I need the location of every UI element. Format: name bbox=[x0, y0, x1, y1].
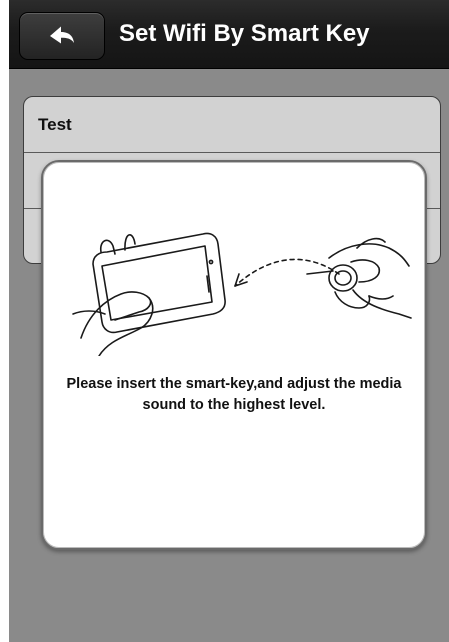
smart-key-insertion-illustration bbox=[72, 232, 412, 356]
smart-key-dialog: Please insert the smart-key,and adjust t… bbox=[41, 160, 427, 550]
back-arrow-icon bbox=[48, 25, 76, 47]
app-screen: Set Wifi By Smart Key Test Please insert… bbox=[9, 0, 449, 642]
page-title: Set Wifi By Smart Key bbox=[119, 20, 370, 47]
back-button[interactable] bbox=[19, 12, 105, 60]
list-item[interactable]: Test bbox=[24, 97, 440, 153]
navigation-bar: Set Wifi By Smart Key bbox=[9, 0, 449, 69]
instruction-message: Please insert the smart-key,and adjust t… bbox=[66, 376, 402, 413]
list-item-label: Test bbox=[38, 114, 72, 134]
